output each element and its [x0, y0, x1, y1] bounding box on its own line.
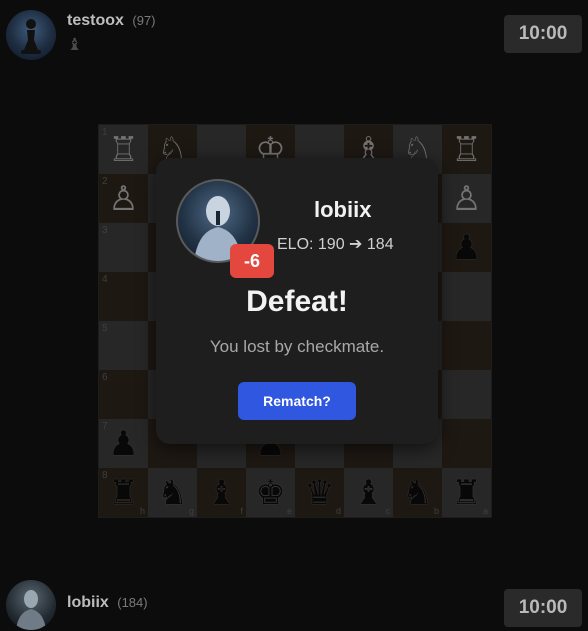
pawn-avatar-icon [21, 19, 41, 54]
top-player-rating: (97) [132, 13, 156, 28]
modal-player-name: lobiix [314, 197, 372, 222]
bottom-player-avatar [6, 580, 56, 630]
top-player: testoox (97) ♝ [6, 10, 155, 60]
bottom-player-name: lobiix [67, 594, 109, 611]
elo-change-badge: -6 [230, 244, 274, 278]
bottom-player-clock: 10:00 [504, 589, 582, 627]
captured-pieces: ♝ [67, 35, 83, 54]
elo-change-text: ELO: 190 ➔ 184 [277, 236, 394, 253]
result-reason: You lost by checkmate. [209, 337, 385, 356]
top-player-name: testoox [67, 12, 124, 29]
bottom-player-rating: (184) [117, 595, 148, 610]
game-over-modal: -6 lobiix ELO: 190 ➔ 184 Defeat! You los… [156, 158, 438, 444]
figure-avatar-icon [16, 590, 46, 630]
result-title: Defeat! [246, 285, 348, 318]
rematch-button[interactable]: Rematch? [238, 382, 356, 420]
top-player-avatar [6, 10, 56, 60]
bottom-player: lobiix (184) [6, 580, 148, 630]
top-player-clock: 10:00 [504, 15, 582, 53]
